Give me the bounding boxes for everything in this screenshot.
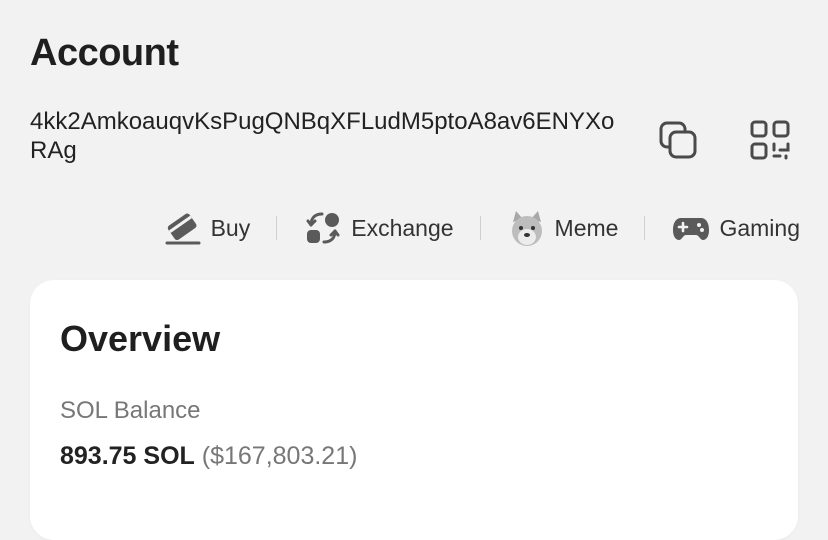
buy-card-icon xyxy=(163,208,203,248)
quick-action-meme-label: Meme xyxy=(554,214,619,241)
sol-balance-usd: ($167,803.21) xyxy=(201,442,358,470)
quick-action-exchange[interactable]: Exchange xyxy=(303,208,454,248)
quick-action-gaming[interactable]: Gaming xyxy=(671,208,800,248)
quick-action-gaming-label: Gaming xyxy=(719,214,800,241)
quick-action-buy-label: Buy xyxy=(210,214,251,241)
quick-action-exchange-label: Exchange xyxy=(351,214,454,241)
divider xyxy=(479,216,481,240)
copy-icon xyxy=(659,121,697,159)
qr-code-icon xyxy=(750,120,790,160)
overview-title: Overview xyxy=(60,318,221,359)
copy-address-button[interactable] xyxy=(654,116,702,164)
sol-balance-value: 893.75 SOL ($167,803.21) xyxy=(60,442,357,471)
doge-meme-icon xyxy=(507,208,547,248)
sol-balance-label: SOL Balance xyxy=(60,397,201,424)
wallet-address: 4kk2AmkoauqvKsPugQNBqXFLudM5ptoA8av6ENYX… xyxy=(30,108,615,164)
exchange-icon xyxy=(303,208,343,248)
gamepad-icon xyxy=(671,208,711,248)
divider xyxy=(644,216,646,240)
address-actions xyxy=(654,116,794,164)
qr-code-button[interactable] xyxy=(746,116,794,164)
divider xyxy=(276,216,278,240)
page-title: Account xyxy=(30,32,179,74)
quick-action-meme[interactable]: Meme xyxy=(507,208,619,248)
quick-action-buy[interactable]: Buy xyxy=(163,208,251,248)
sol-balance-amount: 893.75 SOL xyxy=(60,442,195,470)
quick-actions-bar: Buy Exchange Meme Gaming xyxy=(163,206,800,250)
overview-card: Overview SOL Balance 893.75 SOL ($167,80… xyxy=(30,280,798,540)
